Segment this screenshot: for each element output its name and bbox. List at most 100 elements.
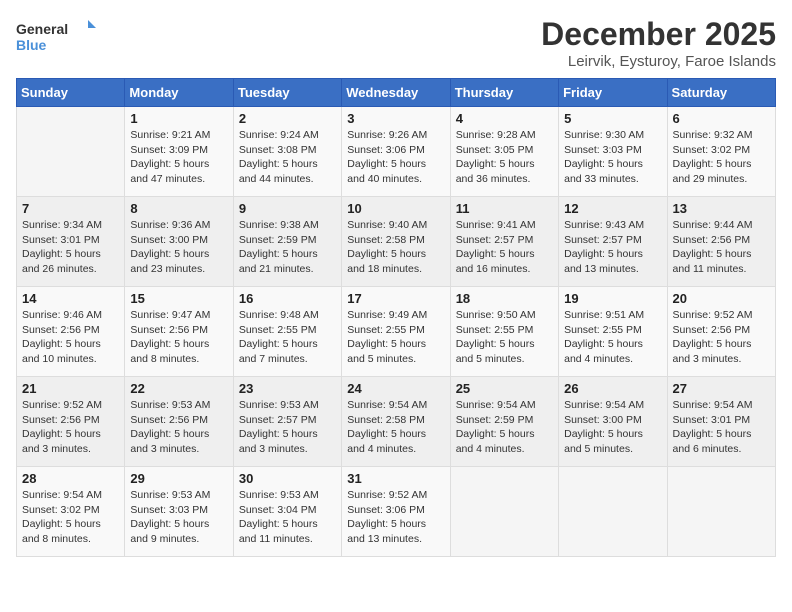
day-info: Sunrise: 9:49 AM Sunset: 2:55 PM Dayligh…	[347, 308, 444, 367]
day-number: 23	[239, 381, 336, 396]
day-number: 2	[239, 111, 336, 126]
day-number: 14	[22, 291, 119, 306]
calendar-week-3: 14 Sunrise: 9:46 AM Sunset: 2:56 PM Dayli…	[17, 287, 776, 377]
day-number: 9	[239, 201, 336, 216]
day-number: 4	[456, 111, 553, 126]
day-number: 19	[564, 291, 661, 306]
calendar-cell: 8Sunrise: 9:36 AM Sunset: 3:00 PM Daylig…	[125, 197, 233, 287]
day-number: 10	[347, 201, 444, 216]
day-info: Sunrise: 9:53 AM Sunset: 3:04 PM Dayligh…	[239, 488, 336, 547]
day-number: 5	[564, 111, 661, 126]
day-info: Sunrise: 9:53 AM Sunset: 2:57 PM Dayligh…	[239, 398, 336, 457]
day-info: Sunrise: 9:54 AM Sunset: 2:59 PM Dayligh…	[456, 398, 553, 457]
calendar-cell: 9 Sunrise: 9:38 AM Sunset: 2:59 PM Daylig…	[233, 197, 341, 287]
logo: General Blue	[16, 16, 96, 56]
day-info: Sunrise: 9:52 AM Sunset: 3:06 PM Dayligh…	[347, 488, 444, 547]
calendar-cell: 13Sunrise: 9:44 AM Sunset: 2:56 PM Dayli…	[667, 197, 775, 287]
svg-text:Blue: Blue	[16, 37, 47, 53]
page-header: General Blue December 2025 Leirvik, Eyst…	[16, 16, 776, 70]
day-number: 11	[456, 201, 553, 216]
day-number: 3	[347, 111, 444, 126]
calendar-cell: 16Sunrise: 9:48 AM Sunset: 2:55 PM Dayli…	[233, 287, 341, 377]
day-number: 1	[130, 111, 227, 126]
calendar-week-1: 1 Sunrise: 9:21 AM Sunset: 3:09 PM Daylig…	[17, 107, 776, 197]
calendar-cell: 3 Sunrise: 9:26 AM Sunset: 3:06 PM Daylig…	[342, 107, 450, 197]
title-block: December 2025 Leirvik, Eysturoy, Faroe I…	[541, 16, 776, 70]
calendar-cell: 6Sunrise: 9:32 AM Sunset: 3:02 PM Daylig…	[667, 107, 775, 197]
calendar: SundayMondayTuesdayWednesdayThursdayFrid…	[16, 78, 776, 557]
day-info: Sunrise: 9:48 AM Sunset: 2:55 PM Dayligh…	[239, 308, 336, 367]
day-of-week-thursday: Thursday	[450, 79, 558, 107]
calendar-week-4: 21 Sunrise: 9:52 AM Sunset: 2:56 PM Dayli…	[17, 377, 776, 467]
day-info: Sunrise: 9:46 AM Sunset: 2:56 PM Dayligh…	[22, 308, 119, 367]
day-number: 27	[673, 381, 770, 396]
day-info: Sunrise: 9:38 AM Sunset: 2:59 PM Dayligh…	[239, 218, 336, 277]
day-info: Sunrise: 9:34 AM Sunset: 3:01 PM Dayligh…	[22, 218, 119, 277]
day-number: 18	[456, 291, 553, 306]
calendar-cell: 15 Sunrise: 9:47 AM Sunset: 2:56 PM Dayli…	[125, 287, 233, 377]
day-of-week-sunday: Sunday	[17, 79, 125, 107]
day-info: Sunrise: 9:30 AM Sunset: 3:03 PM Dayligh…	[564, 128, 661, 187]
calendar-cell: 30Sunrise: 9:53 AM Sunset: 3:04 PM Dayli…	[233, 467, 341, 557]
day-info: Sunrise: 9:21 AM Sunset: 3:09 PM Dayligh…	[130, 128, 227, 187]
day-info: Sunrise: 9:43 AM Sunset: 2:57 PM Dayligh…	[564, 218, 661, 277]
calendar-cell: 31Sunrise: 9:52 AM Sunset: 3:06 PM Dayli…	[342, 467, 450, 557]
day-info: Sunrise: 9:53 AM Sunset: 2:56 PM Dayligh…	[130, 398, 227, 457]
svg-text:General: General	[16, 21, 68, 37]
calendar-header-row: SundayMondayTuesdayWednesdayThursdayFrid…	[17, 79, 776, 107]
calendar-cell: 17 Sunrise: 9:49 AM Sunset: 2:55 PM Dayli…	[342, 287, 450, 377]
day-number: 12	[564, 201, 661, 216]
day-info: Sunrise: 9:40 AM Sunset: 2:58 PM Dayligh…	[347, 218, 444, 277]
day-info: Sunrise: 9:24 AM Sunset: 3:08 PM Dayligh…	[239, 128, 336, 187]
day-number: 17	[347, 291, 444, 306]
day-of-week-friday: Friday	[559, 79, 667, 107]
day-of-week-tuesday: Tuesday	[233, 79, 341, 107]
calendar-cell: 24Sunrise: 9:54 AM Sunset: 2:58 PM Dayli…	[342, 377, 450, 467]
day-info: Sunrise: 9:53 AM Sunset: 3:03 PM Dayligh…	[130, 488, 227, 547]
calendar-cell: 2 Sunrise: 9:24 AM Sunset: 3:08 PM Daylig…	[233, 107, 341, 197]
day-info: Sunrise: 9:51 AM Sunset: 2:55 PM Dayligh…	[564, 308, 661, 367]
day-info: Sunrise: 9:44 AM Sunset: 2:56 PM Dayligh…	[673, 218, 770, 277]
day-info: Sunrise: 9:52 AM Sunset: 2:56 PM Dayligh…	[673, 308, 770, 367]
day-number: 25	[456, 381, 553, 396]
calendar-cell: 29Sunrise: 9:53 AM Sunset: 3:03 PM Dayli…	[125, 467, 233, 557]
calendar-cell: 5 Sunrise: 9:30 AM Sunset: 3:03 PM Daylig…	[559, 107, 667, 197]
day-info: Sunrise: 9:54 AM Sunset: 3:01 PM Dayligh…	[673, 398, 770, 457]
calendar-cell: 12 Sunrise: 9:43 AM Sunset: 2:57 PM Dayli…	[559, 197, 667, 287]
day-info: Sunrise: 9:28 AM Sunset: 3:05 PM Dayligh…	[456, 128, 553, 187]
calendar-cell: 27 Sunrise: 9:54 AM Sunset: 3:01 PM Dayli…	[667, 377, 775, 467]
calendar-week-2: 7 Sunrise: 9:34 AM Sunset: 3:01 PM Daylig…	[17, 197, 776, 287]
calendar-cell: 19 Sunrise: 9:51 AM Sunset: 2:55 PM Dayli…	[559, 287, 667, 377]
day-number: 21	[22, 381, 119, 396]
day-number: 28	[22, 471, 119, 486]
day-of-week-monday: Monday	[125, 79, 233, 107]
day-info: Sunrise: 9:52 AM Sunset: 2:56 PM Dayligh…	[22, 398, 119, 457]
calendar-cell: 22 Sunrise: 9:53 AM Sunset: 2:56 PM Dayli…	[125, 377, 233, 467]
calendar-cell: 7 Sunrise: 9:34 AM Sunset: 3:01 PM Daylig…	[17, 197, 125, 287]
calendar-cell: 10 Sunrise: 9:40 AM Sunset: 2:58 PM Dayli…	[342, 197, 450, 287]
day-number: 20	[673, 291, 770, 306]
day-info: Sunrise: 9:47 AM Sunset: 2:56 PM Dayligh…	[130, 308, 227, 367]
month-title: December 2025	[541, 16, 776, 53]
calendar-week-5: 28 Sunrise: 9:54 AM Sunset: 3:02 PM Dayli…	[17, 467, 776, 557]
day-of-week-saturday: Saturday	[667, 79, 775, 107]
day-info: Sunrise: 9:54 AM Sunset: 3:00 PM Dayligh…	[564, 398, 661, 457]
calendar-cell: 23 Sunrise: 9:53 AM Sunset: 2:57 PM Dayli…	[233, 377, 341, 467]
day-info: Sunrise: 9:50 AM Sunset: 2:55 PM Dayligh…	[456, 308, 553, 367]
calendar-cell: 18 Sunrise: 9:50 AM Sunset: 2:55 PM Dayli…	[450, 287, 558, 377]
calendar-cell	[450, 467, 558, 557]
day-number: 22	[130, 381, 227, 396]
logo-svg: General Blue	[16, 16, 96, 56]
calendar-cell: 28 Sunrise: 9:54 AM Sunset: 3:02 PM Dayli…	[17, 467, 125, 557]
day-number: 6	[673, 111, 770, 126]
day-info: Sunrise: 9:41 AM Sunset: 2:57 PM Dayligh…	[456, 218, 553, 277]
day-info: Sunrise: 9:54 AM Sunset: 3:02 PM Dayligh…	[22, 488, 119, 547]
day-number: 7	[22, 201, 119, 216]
calendar-cell: 26Sunrise: 9:54 AM Sunset: 3:00 PM Dayli…	[559, 377, 667, 467]
day-info: Sunrise: 9:26 AM Sunset: 3:06 PM Dayligh…	[347, 128, 444, 187]
day-info: Sunrise: 9:36 AM Sunset: 3:00 PM Dayligh…	[130, 218, 227, 277]
calendar-cell	[667, 467, 775, 557]
calendar-cell	[559, 467, 667, 557]
calendar-cell: 4 Sunrise: 9:28 AM Sunset: 3:05 PM Daylig…	[450, 107, 558, 197]
day-number: 15	[130, 291, 227, 306]
